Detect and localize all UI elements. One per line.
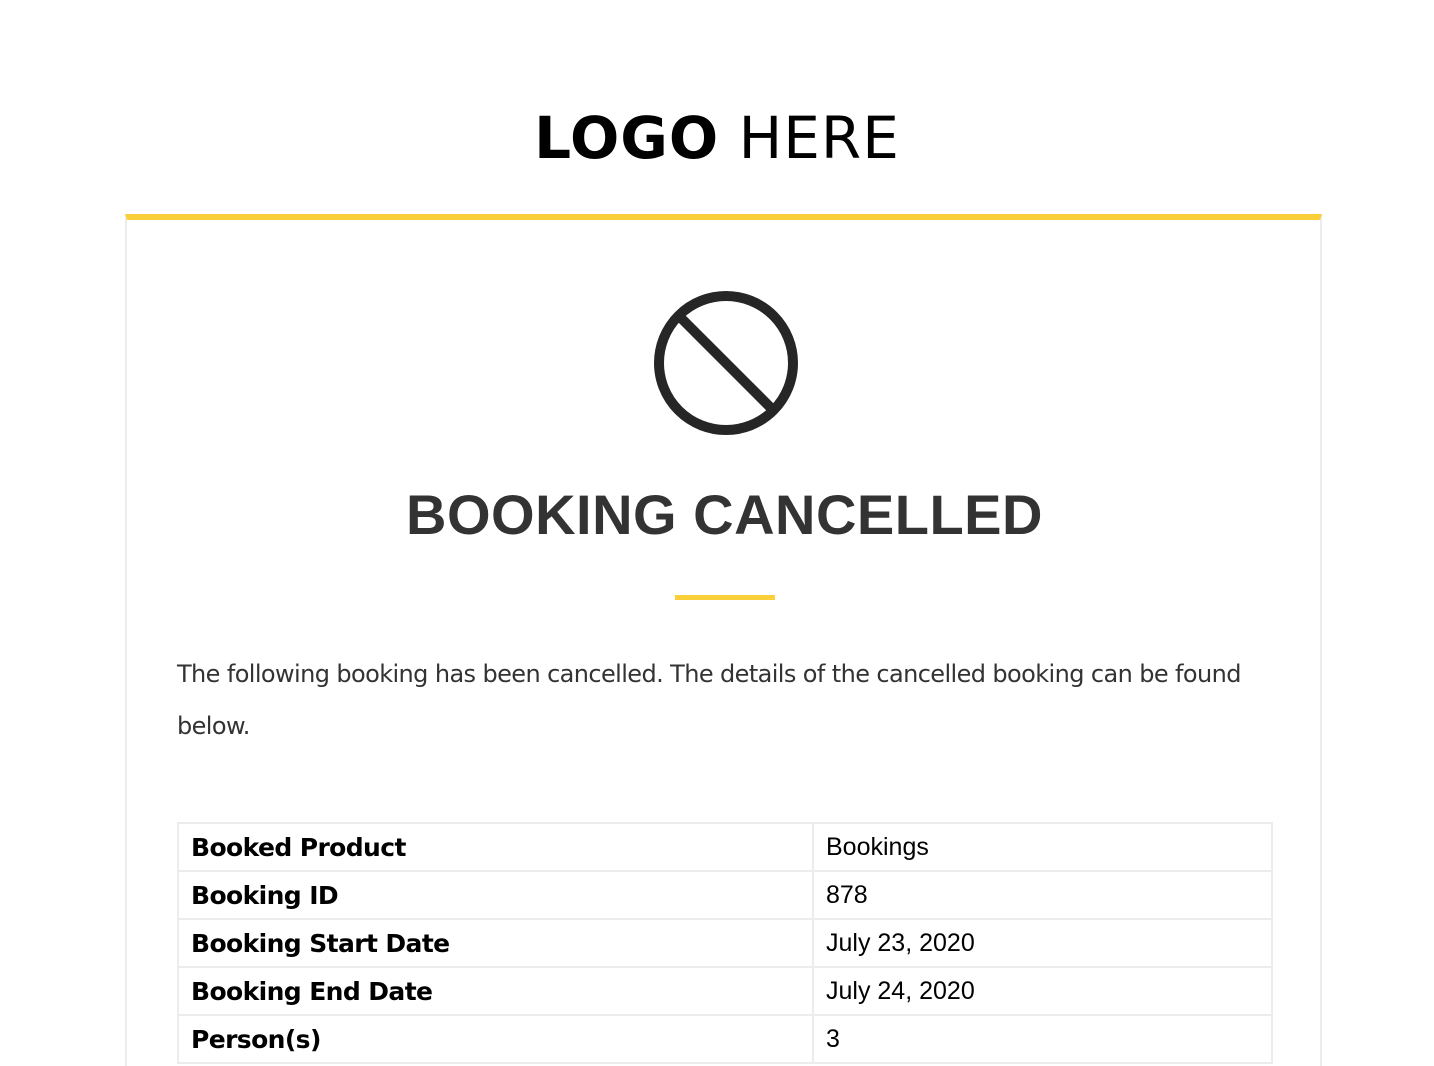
booking-card: BOOKING CANCELLED The following booking … (125, 214, 1322, 1066)
logo-light-text: HERE (738, 104, 900, 172)
intro-message: The following booking has been cancelled… (177, 660, 1241, 740)
prohibited-icon (654, 291, 798, 435)
table-row: Booking ID 878 (177, 870, 1273, 920)
table-row: Person(s) 3 (177, 1014, 1273, 1064)
page-title: BOOKING CANCELLED (406, 483, 1043, 546)
row-label: Booking End Date (177, 966, 814, 1016)
table-row: Booked Product Bookings (177, 822, 1273, 872)
row-label: Booked Product (177, 822, 814, 872)
logo-bold-text: LOGO (534, 104, 720, 172)
row-value: 878 (812, 870, 1273, 920)
row-value: 3 (812, 1014, 1273, 1064)
email-page: LOGO HERE BOOKING CANCELLED The followin… (0, 0, 1434, 1066)
row-label: Booking ID (177, 870, 814, 920)
booking-details-table: Booked Product Bookings Booking ID 878 B… (177, 822, 1273, 1064)
row-label: Booking Start Date (177, 918, 814, 968)
row-label: Person(s) (177, 1014, 814, 1064)
table-row: Booking End Date July 24, 2020 (177, 966, 1273, 1016)
logo: LOGO HERE (0, 100, 1434, 176)
row-value: July 24, 2020 (812, 966, 1273, 1016)
row-value: July 23, 2020 (812, 918, 1273, 968)
title-divider (675, 595, 775, 600)
table-row: Booking Start Date July 23, 2020 (177, 918, 1273, 968)
row-value: Bookings (812, 822, 1273, 872)
